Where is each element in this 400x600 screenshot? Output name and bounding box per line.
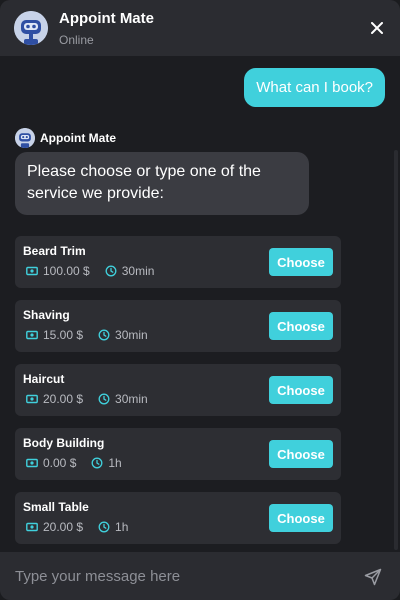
service-meta: 20.00 $ 30min bbox=[25, 391, 148, 407]
service-duration: 30min bbox=[115, 328, 148, 342]
choose-button-body-building[interactable]: Choose bbox=[269, 440, 333, 468]
chat-header: Appoint Mate Online bbox=[0, 0, 400, 56]
choose-button-beard-trim[interactable]: Choose bbox=[269, 248, 333, 276]
service-card-shaving: Shaving 15.00 $ 30min Choose bbox=[15, 300, 341, 352]
service-name: Haircut bbox=[23, 372, 65, 386]
clock-icon bbox=[97, 520, 111, 534]
service-card-body-building: Body Building 0.00 $ 1h Choose bbox=[15, 428, 341, 480]
chat-widget: Appoint Mate Online What can I book? App… bbox=[0, 0, 400, 600]
close-icon bbox=[371, 22, 383, 34]
service-card-haircut: Haircut 20.00 $ 30min Choose bbox=[15, 364, 341, 416]
clock-icon bbox=[104, 264, 118, 278]
money-icon bbox=[25, 456, 39, 470]
service-duration: 1h bbox=[108, 456, 122, 470]
choose-button-small-table[interactable]: Choose bbox=[269, 504, 333, 532]
clock-icon bbox=[97, 328, 111, 342]
chat-scrollbar[interactable] bbox=[394, 150, 398, 550]
service-meta: 0.00 $ 1h bbox=[25, 455, 122, 471]
bot-message-bubble: Please choose or type one of the service… bbox=[15, 152, 309, 215]
service-meta: 100.00 $ 30min bbox=[25, 263, 154, 279]
service-duration: 1h bbox=[115, 520, 129, 534]
service-meta: 20.00 $ 1h bbox=[25, 519, 128, 535]
chat-title: Appoint Mate bbox=[59, 10, 154, 27]
service-name: Shaving bbox=[23, 308, 70, 322]
online-status: Online bbox=[59, 33, 94, 47]
service-duration: 30min bbox=[121, 264, 155, 278]
close-button[interactable] bbox=[366, 17, 388, 39]
choose-button-shaving[interactable]: Choose bbox=[269, 312, 333, 340]
service-price: 20.00 $ bbox=[43, 520, 84, 534]
bot-avatar-icon bbox=[14, 11, 48, 45]
money-icon bbox=[25, 264, 39, 278]
send-icon bbox=[364, 568, 382, 586]
service-name: Body Building bbox=[23, 436, 105, 450]
service-card-small-table: Small Table 20.00 $ 1h Choose bbox=[15, 492, 341, 544]
money-icon bbox=[25, 328, 39, 342]
service-name: Beard Trim bbox=[23, 244, 86, 258]
money-icon bbox=[25, 520, 39, 534]
service-price: 20.00 $ bbox=[43, 392, 84, 406]
bot-name: Appoint Mate bbox=[40, 131, 116, 145]
choose-button-haircut[interactable]: Choose bbox=[269, 376, 333, 404]
service-duration: 30min bbox=[115, 392, 148, 406]
clock-icon bbox=[97, 392, 111, 406]
bot-avatar-small-icon bbox=[15, 128, 35, 148]
user-message-bubble: What can I book? bbox=[244, 68, 385, 107]
service-card-beard-trim: Beard Trim 100.00 $ 30min Choose bbox=[15, 236, 341, 288]
service-meta: 15.00 $ 30min bbox=[25, 327, 148, 343]
service-price: 0.00 $ bbox=[43, 456, 77, 470]
clock-icon bbox=[90, 456, 104, 470]
service-name: Small Table bbox=[23, 500, 89, 514]
bot-sender-label: Appoint Mate bbox=[15, 128, 116, 148]
money-icon bbox=[25, 392, 39, 406]
service-price: 15.00 $ bbox=[43, 328, 84, 342]
send-button[interactable] bbox=[362, 566, 384, 588]
message-input[interactable] bbox=[15, 562, 345, 590]
message-composer bbox=[0, 552, 400, 600]
service-price: 100.00 $ bbox=[43, 264, 90, 278]
